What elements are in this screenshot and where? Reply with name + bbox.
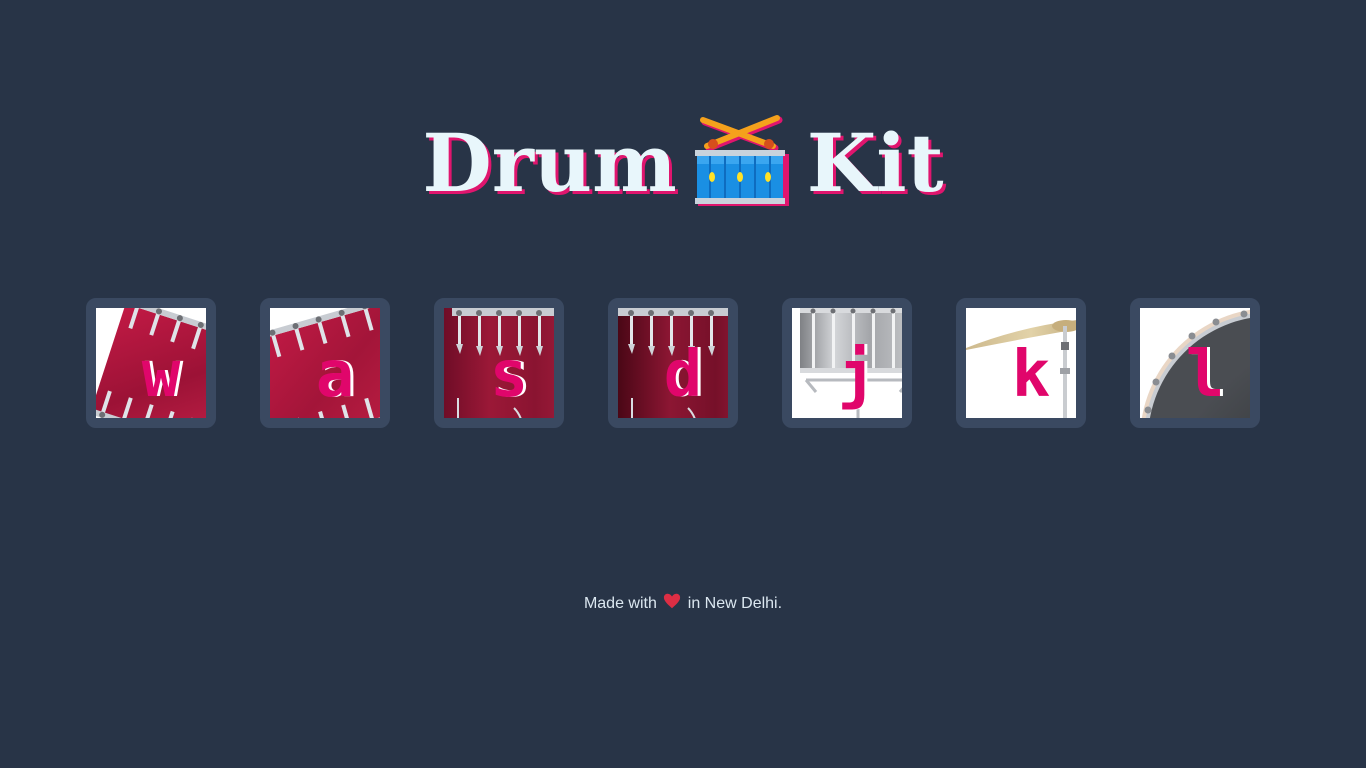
- drum-pad-s[interactable]: s: [434, 298, 564, 428]
- drum-key-label: k: [1011, 338, 1051, 412]
- footer-prefix: Made with: [583, 595, 657, 612]
- footer: Made with in New Delhi.: [0, 592, 1366, 613]
- drum-pad-a[interactable]: a: [260, 298, 390, 428]
- drum-pad-w[interactable]: w: [86, 298, 216, 428]
- drum-key-label: w: [141, 338, 181, 412]
- drum-key-label: l: [1185, 338, 1225, 412]
- page-title: Drum Kit: [0, 106, 1366, 213]
- drum-key-label: s: [489, 338, 529, 412]
- drum-pad-d[interactable]: d: [608, 298, 738, 428]
- footer-suffix: in New Delhi.: [687, 595, 783, 612]
- drum-pad-l[interactable]: l: [1130, 298, 1260, 428]
- drum-pad-k[interactable]: k: [956, 298, 1086, 428]
- drum-pad-j[interactable]: j: [782, 298, 912, 428]
- drum-key-label: j: [837, 338, 877, 412]
- title-kit-word: Kit: [806, 115, 944, 210]
- title-drum-word: Drum: [422, 115, 677, 210]
- drum-pad-row: w a s d j k l: [86, 298, 1280, 448]
- drum-key-label: a: [315, 338, 355, 412]
- drum-key-label: d: [663, 338, 703, 412]
- drum-with-sticks-icon: [694, 114, 790, 208]
- red-heart-icon: [663, 592, 681, 610]
